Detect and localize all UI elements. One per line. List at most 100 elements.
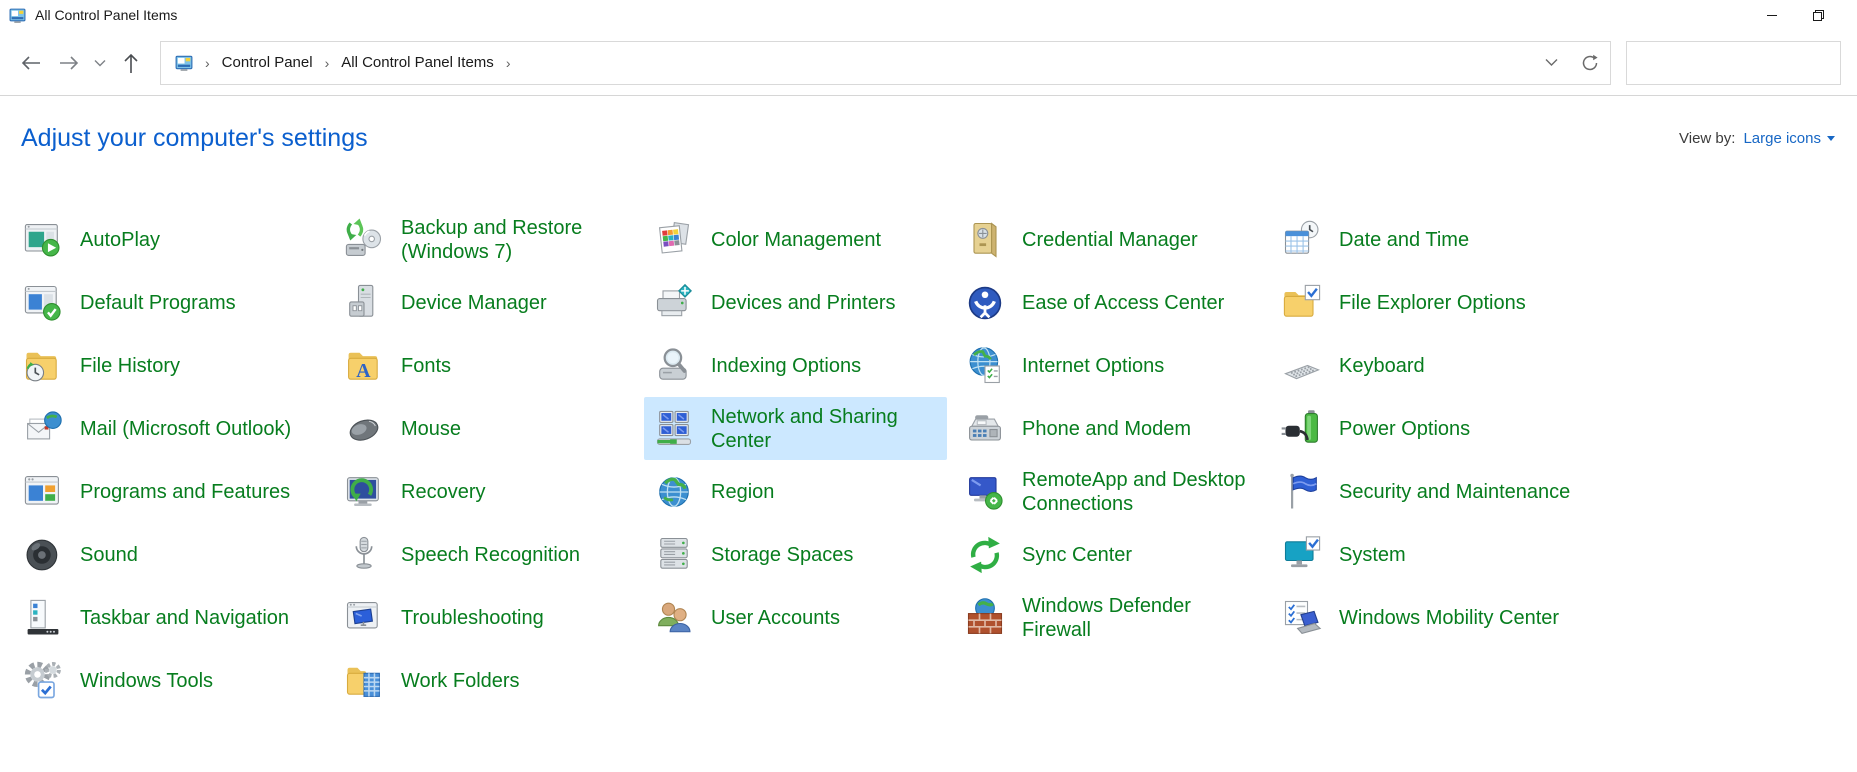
control-panel-item-autoplay[interactable]: AutoPlay (13, 208, 326, 271)
item-label: Mail (Microsoft Outlook) (80, 417, 291, 441)
view-by-control: View by: Large icons (1679, 130, 1835, 147)
recovery-icon (342, 470, 386, 514)
control-panel-item-keyboard[interactable]: Keyboard (1272, 334, 1584, 397)
windows-tools-icon (21, 659, 65, 703)
breadcrumb-item-all-control-panel-items[interactable]: All Control Panel Items (341, 54, 494, 71)
control-panel-item-mail[interactable]: Mail (Microsoft Outlook) (13, 397, 326, 460)
address-dropdown-icon[interactable] (1545, 58, 1558, 67)
control-panel-item-file-history[interactable]: File History (13, 334, 326, 397)
control-panel-item-region[interactable]: Region (644, 460, 947, 523)
view-by-value: Large icons (1743, 130, 1821, 147)
region-icon (652, 470, 696, 514)
control-panel-item-indexing-options[interactable]: Indexing Options (644, 334, 947, 397)
dropdown-arrow-icon (1827, 136, 1835, 141)
minimize-icon (1766, 9, 1778, 21)
page-title: Adjust your computer's settings (21, 124, 368, 153)
control-panel-item-mobility-center[interactable]: Windows Mobility Center (1272, 586, 1584, 649)
storage-spaces-icon (652, 533, 696, 577)
control-panel-item-speech-recognition[interactable]: Speech Recognition (334, 523, 636, 586)
autoplay-icon (21, 218, 65, 262)
control-panel-item-troubleshooting[interactable]: Troubleshooting (334, 586, 636, 649)
up-button[interactable] (112, 44, 150, 82)
control-panel-item-taskbar-navigation[interactable]: Taskbar and Navigation (13, 586, 326, 649)
control-panel-item-fonts[interactable]: Fonts (334, 334, 636, 397)
date-time-icon (1280, 218, 1324, 262)
control-panel-item-system[interactable]: System (1272, 523, 1584, 586)
control-panel-item-credential-manager[interactable]: Credential Manager (955, 208, 1264, 271)
control-panel-item-date-time[interactable]: Date and Time (1272, 208, 1584, 271)
item-label: Network and Sharing Center (711, 405, 898, 453)
control-panel-item-remoteapp[interactable]: RemoteApp and Desktop Connections (955, 460, 1264, 523)
item-label: Sound (80, 543, 138, 567)
control-panel-item-device-manager[interactable]: Device Manager (334, 271, 636, 334)
control-panel-item-storage-spaces[interactable]: Storage Spaces (644, 523, 947, 586)
view-by-dropdown[interactable]: Large icons (1743, 130, 1835, 147)
control-panel-item-recovery[interactable]: Recovery (334, 460, 636, 523)
item-label: Sync Center (1022, 543, 1132, 567)
title-bar: All Control Panel Items (0, 0, 1857, 30)
recent-pages-button[interactable] (88, 44, 112, 82)
item-label: Security and Maintenance (1339, 480, 1570, 504)
device-manager-icon (342, 281, 386, 325)
minimize-button[interactable] (1749, 0, 1795, 30)
control-panel-item-file-explorer-options[interactable]: File Explorer Options (1272, 271, 1584, 334)
control-panel-item-ease-of-access[interactable]: Ease of Access Center (955, 271, 1264, 334)
control-panel-item-mouse[interactable]: Mouse (334, 397, 636, 460)
phone-modem-icon (963, 407, 1007, 451)
control-panel-item-backup-restore[interactable]: Backup and Restore (Windows 7) (334, 208, 636, 271)
default-programs-icon (21, 281, 65, 325)
refresh-icon[interactable] (1580, 53, 1600, 73)
item-label: Speech Recognition (401, 543, 580, 567)
control-panel-item-power-options[interactable]: Power Options (1272, 397, 1584, 460)
breadcrumb-separator-icon[interactable]: › (205, 55, 210, 71)
item-label: User Accounts (711, 606, 840, 630)
control-panel-item-devices-printers[interactable]: Devices and Printers (644, 271, 947, 334)
item-label: Mouse (401, 417, 461, 441)
backup-restore-icon (342, 218, 386, 262)
system-icon (1280, 533, 1324, 577)
chevron-down-icon (94, 59, 106, 67)
back-arrow-icon (20, 54, 42, 72)
control-panel-item-windows-tools[interactable]: Windows Tools (13, 649, 326, 712)
item-label: Windows Tools (80, 669, 213, 693)
control-panel-item-color-management[interactable]: Color Management (644, 208, 947, 271)
search-input[interactable] (1627, 42, 1840, 84)
item-label: Troubleshooting (401, 606, 544, 630)
back-button[interactable] (12, 44, 50, 82)
user-accounts-icon (652, 596, 696, 640)
item-label: AutoPlay (80, 228, 160, 252)
breadcrumb-separator-icon[interactable]: › (325, 55, 330, 71)
control-panel-item-sync-center[interactable]: Sync Center (955, 523, 1264, 586)
control-panel-item-internet-options[interactable]: Internet Options (955, 334, 1264, 397)
breadcrumb: › Control Panel › All Control Panel Item… (175, 54, 1545, 72)
defender-firewall-icon (963, 596, 1007, 640)
control-panel-item-defender-firewall[interactable]: Windows Defender Firewall (955, 586, 1264, 649)
item-label: Device Manager (401, 291, 547, 315)
item-label: Credential Manager (1022, 228, 1198, 252)
sound-icon (21, 533, 65, 577)
forward-arrow-icon (58, 54, 80, 72)
breadcrumb-separator-icon[interactable]: › (506, 55, 511, 71)
file-history-icon (21, 344, 65, 388)
control-panel-icon (175, 54, 193, 72)
mobility-center-icon (1280, 596, 1324, 640)
control-panel-item-sound[interactable]: Sound (13, 523, 326, 586)
control-panel-item-security-maintenance[interactable]: Security and Maintenance (1272, 460, 1584, 523)
control-panel-item-programs-features[interactable]: Programs and Features (13, 460, 326, 523)
item-label: Devices and Printers (711, 291, 896, 315)
control-panel-item-network-sharing[interactable]: Network and Sharing Center (644, 397, 947, 460)
mail-icon (21, 407, 65, 451)
breadcrumb-item-control-panel[interactable]: Control Panel (222, 54, 313, 71)
restore-icon (1812, 9, 1825, 22)
address-bar[interactable]: › Control Panel › All Control Panel Item… (160, 41, 1611, 85)
item-label: Recovery (401, 480, 485, 504)
control-panel-item-work-folders[interactable]: Work Folders (334, 649, 636, 712)
restore-button[interactable] (1795, 0, 1841, 30)
control-panel-item-user-accounts[interactable]: User Accounts (644, 586, 947, 649)
control-panel-item-phone-modem[interactable]: Phone and Modem (955, 397, 1264, 460)
forward-button[interactable] (50, 44, 88, 82)
control-panel-item-default-programs[interactable]: Default Programs (13, 271, 326, 334)
item-label: Taskbar and Navigation (80, 606, 289, 630)
item-label: Region (711, 480, 774, 504)
item-label: Default Programs (80, 291, 236, 315)
